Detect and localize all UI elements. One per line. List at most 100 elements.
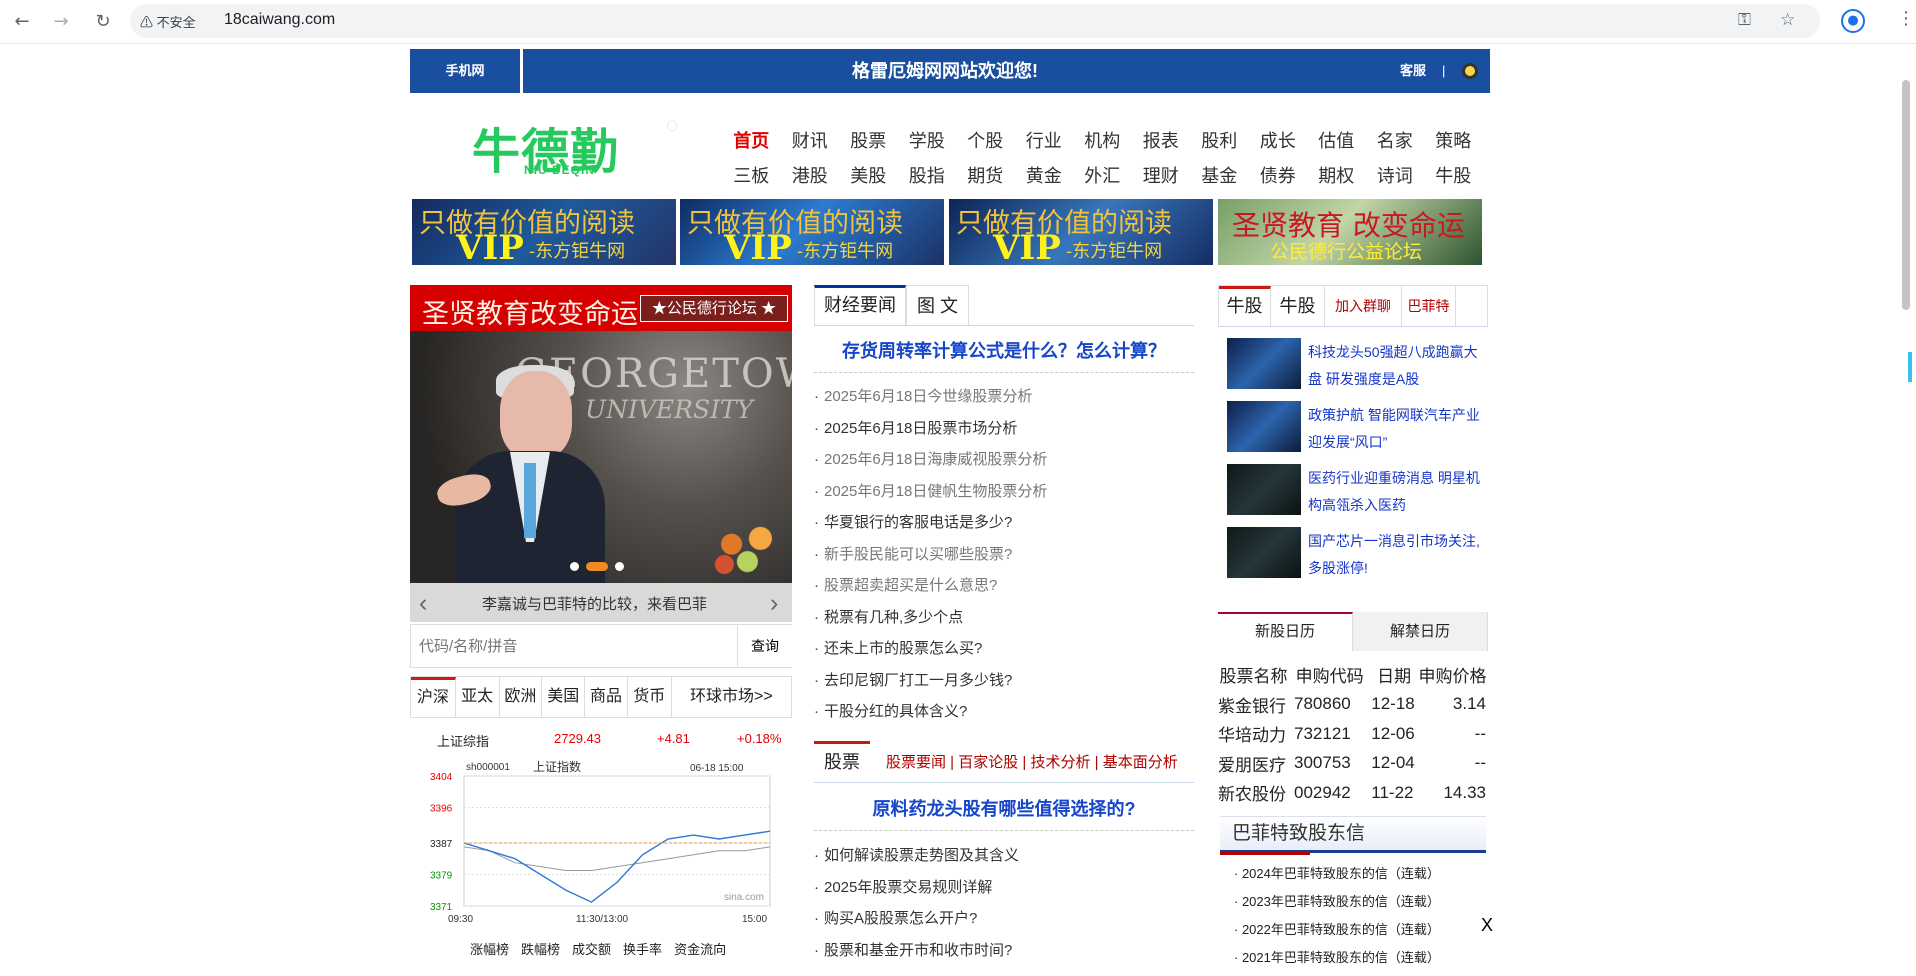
news-item[interactable]: 2025年6月18日海康威视股票分析: [814, 444, 1194, 476]
news-item[interactable]: 2025年6月18日今世缘股票分析: [814, 381, 1194, 413]
nav-valuation[interactable]: 估值: [1307, 127, 1366, 153]
virtue-forum-banner[interactable]: 圣贤教育 改变命运 公民德行公益论坛: [1218, 199, 1482, 265]
address-bar[interactable]: ⚠ 不安全 18caiwang.com ⚿ ☆: [130, 4, 1820, 38]
nav-dividends[interactable]: 股利: [1190, 127, 1249, 153]
previous-arrow-icon[interactable]: ‹: [419, 589, 427, 618]
tab-global-markets[interactable]: 环球市场>>: [672, 677, 791, 717]
nav-index-futures[interactable]: 股指: [898, 162, 957, 188]
stock-news-item[interactable]: 如何解读股票走势图及其含义: [814, 840, 1194, 872]
page-scrollbar[interactable]: [1902, 80, 1910, 310]
table-row[interactable]: 紫金银行 780860 12-18 3.14: [1218, 690, 1488, 720]
news-item[interactable]: 干股分红的具体含义?: [814, 696, 1194, 728]
news-item[interactable]: 华夏银行的客服电话是多少?: [814, 507, 1194, 539]
news-thumbnail[interactable]: [1227, 338, 1301, 389]
tab-financial-news[interactable]: 财经要闻: [814, 285, 906, 325]
nav-forex[interactable]: 外汇: [1073, 162, 1132, 188]
profile-icon[interactable]: ●: [1841, 9, 1865, 33]
close-floating-ad-button[interactable]: X: [1481, 915, 1493, 936]
index-chart[interactable]: sh000001 上证指数 06-18 15:00 3371 3379 3387 33…: [410, 759, 792, 930]
customer-service-link[interactable]: 客服: [1400, 49, 1426, 93]
news-item[interactable]: 还未上市的股票怎么买?: [814, 633, 1194, 665]
security-warning[interactable]: ⚠ 不安全: [140, 12, 196, 31]
qq-icon[interactable]: [1462, 63, 1478, 79]
nav-futures[interactable]: 期货: [956, 162, 1015, 188]
gainers-link[interactable]: 涨幅榜: [470, 939, 509, 958]
tab-commodities[interactable]: 商品: [585, 677, 628, 717]
losers-link[interactable]: 跌幅榜: [521, 939, 560, 958]
nav-industry[interactable]: 行业: [1015, 127, 1074, 153]
tab-buffett[interactable]: 巴菲特: [1402, 286, 1456, 326]
nav-home[interactable]: 首页: [722, 127, 781, 153]
buffett-letter-link[interactable]: 2021年巴菲特致股东的信（连载）: [1234, 947, 1440, 975]
join-group-chat-tab[interactable]: 加入群聊: [1325, 286, 1402, 326]
table-row[interactable]: 爱朋医疗 300753 12-04 --: [1218, 749, 1488, 779]
nav-reports[interactable]: 报表: [1132, 127, 1191, 153]
mobile-site-link[interactable]: 手机网: [410, 49, 523, 93]
nav-bonds[interactable]: 债券: [1249, 162, 1308, 188]
news-item[interactable]: 税票有几种,多少个点: [814, 602, 1194, 634]
next-arrow-icon[interactable]: ›: [770, 589, 778, 618]
tab-us[interactable]: 美国: [542, 677, 586, 717]
news-item[interactable]: 2025年6月18日股票市场分析: [814, 413, 1194, 445]
slide-dot-active[interactable]: [586, 562, 608, 571]
bull-stock-news-title[interactable]: 国产芯片一消息引市场关注,多股涨停!: [1308, 528, 1484, 582]
turnover-value-link[interactable]: 成交额: [572, 939, 611, 958]
vip-banner-1[interactable]: 只做有价值的阅读 VIP -东方钜牛网: [412, 199, 676, 265]
nav-poetry[interactable]: 诗词: [1366, 162, 1425, 188]
forward-icon[interactable]: →: [49, 10, 73, 34]
turnover-rate-link[interactable]: 换手率: [623, 939, 662, 958]
fund-flow-link[interactable]: 资金流向: [674, 939, 726, 958]
password-key-icon[interactable]: ⚿: [1738, 10, 1751, 30]
tab-bull-stocks-active[interactable]: 牛股: [1219, 286, 1271, 326]
vip-banner-2[interactable]: 只做有价值的阅读 VIP -东方钜牛网: [680, 199, 944, 265]
slide-dot[interactable]: [570, 562, 579, 571]
tab-europe[interactable]: 欧洲: [500, 677, 543, 717]
nav-individual-stocks[interactable]: 个股: [956, 127, 1015, 153]
tab-unlock-calendar[interactable]: 解禁日历: [1353, 612, 1488, 651]
stock-news-item[interactable]: 2025年股票交易规则详解: [814, 872, 1194, 904]
search-button[interactable]: 查询: [737, 625, 792, 667]
nav-stocks[interactable]: 股票: [839, 127, 898, 153]
nav-funds[interactable]: 基金: [1190, 162, 1249, 188]
buffett-letter-link[interactable]: 2022年巴菲特致股东的信（连载）: [1234, 919, 1440, 947]
reload-icon[interactable]: ↻: [91, 10, 115, 34]
tab-shanghai-shenzhen[interactable]: 沪深: [411, 677, 456, 717]
buffett-letter-link[interactable]: 2023年巴菲特致股东的信（连载）: [1234, 891, 1440, 919]
tab-currency[interactable]: 货币: [628, 677, 672, 717]
featured-headline[interactable]: 存货周转率计算公式是什么？怎么计算？: [814, 337, 1194, 363]
tab-picture-news[interactable]: 图 文: [906, 285, 969, 325]
nav-hk-stocks[interactable]: 港股: [781, 162, 840, 188]
tab-new-stock-calendar[interactable]: 新股日历: [1218, 612, 1353, 651]
menu-icon[interactable]: ⋮: [1897, 8, 1915, 29]
stock-search-input[interactable]: [411, 625, 737, 667]
nav-new-third-board[interactable]: 三板: [722, 162, 781, 188]
news-item[interactable]: 新手股民能可以买哪些股票?: [814, 539, 1194, 571]
buffett-letters-title[interactable]: 巴菲特致股东信: [1220, 816, 1486, 853]
bull-stock-news-item[interactable]: 政策护航 智能网联汽车产业迎发展“风口”: [1227, 401, 1487, 464]
photo-caption[interactable]: 李嘉诚与巴菲特的比较，来看巴菲: [482, 593, 707, 614]
table-row[interactable]: 新农股份 002942 11-22 14.33: [1218, 778, 1488, 808]
stock-news-item[interactable]: 购买A股股票怎么开户?: [814, 903, 1194, 935]
buffett-letter-link[interactable]: 2024年巴菲特致股东的信（连载）: [1234, 863, 1440, 891]
featured-photo-slider[interactable]: GEORGETOWN UNIVERSITY: [410, 331, 792, 583]
bull-stock-news-item[interactable]: 科技龙头50强超八成跑赢大盘 研发强度是A股: [1227, 338, 1487, 401]
url-text[interactable]: 18caiwang.com: [224, 11, 335, 29]
bull-stock-news-item[interactable]: 医药行业迎重磅消息 明星机构高瓴杀入医药: [1227, 464, 1487, 527]
nav-experts[interactable]: 名家: [1366, 127, 1425, 153]
bull-stock-news-title[interactable]: 医药行业迎重磅消息 明星机构高瓴杀入医药: [1308, 465, 1484, 519]
education-banner[interactable]: 圣贤教育改变命运 ★公民德行论坛 ★: [410, 285, 792, 331]
slide-dot[interactable]: [615, 562, 624, 571]
nav-institutions[interactable]: 机构: [1073, 127, 1132, 153]
nav-news[interactable]: 财讯: [781, 127, 840, 153]
nav-us-stocks[interactable]: 美股: [839, 162, 898, 188]
nav-strategy[interactable]: 策略: [1424, 127, 1483, 153]
bull-stock-news-title[interactable]: 政策护航 智能网联汽车产业迎发展“风口”: [1308, 402, 1484, 456]
nav-bull-stocks[interactable]: 牛股: [1424, 162, 1483, 188]
stock-featured-headline[interactable]: 原料药龙头股有哪些值得选择的?: [814, 795, 1194, 821]
news-item[interactable]: 股票超卖超买是什么意思?: [814, 570, 1194, 602]
news-thumbnail[interactable]: [1227, 401, 1301, 452]
stock-subnav[interactable]: 股票要闻 | 百家论股 | 技术分析 | 基本面分析: [886, 751, 1178, 772]
nav-learn-stocks[interactable]: 学股: [898, 127, 957, 153]
news-thumbnail[interactable]: [1227, 464, 1301, 515]
nav-gold[interactable]: 黄金: [1015, 162, 1074, 188]
